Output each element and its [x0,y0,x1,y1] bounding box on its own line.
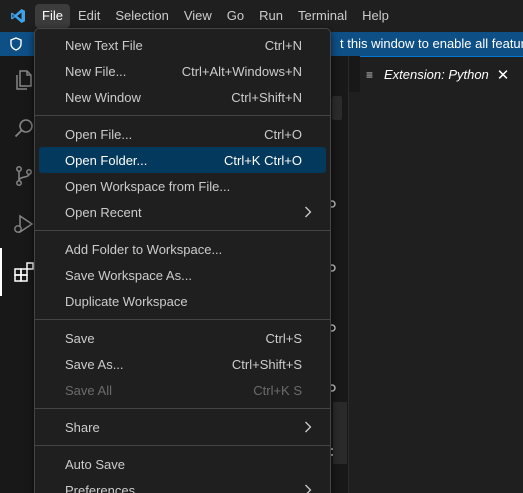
menu-item-save-as[interactable]: Save As... Ctrl+Shift+S [39,351,326,377]
menu-item-preferences[interactable]: Preferences [39,477,326,493]
menu-item-label: Open Folder... [65,152,148,168]
menu-item-label: Preferences [65,482,136,493]
banner-text: t this window to enable all features. [340,36,523,51]
menu-item-save[interactable]: Save Ctrl+S [39,325,326,351]
menu-help[interactable]: Help [355,4,396,28]
menu-item-duplicate-workspace[interactable]: Duplicate Workspace [39,288,326,314]
menu-item-new-text-file[interactable]: New Text File Ctrl+N [39,32,326,58]
menu-item-open-recent[interactable]: Open Recent [39,199,326,225]
menu-item-open-workspace[interactable]: Open Workspace from File... [39,173,326,199]
menu-separator [35,408,330,409]
menu-item-label: New Text File [65,37,143,53]
file-menu: New Text File Ctrl+N New File... Ctrl+Al… [34,28,331,493]
menu-item-shortcut: Ctrl+K Ctrl+O [223,152,302,168]
menu-item-new-file[interactable]: New File... Ctrl+Alt+Windows+N [39,58,326,84]
menu-file[interactable]: File [35,4,70,28]
menu-item-label: Add Folder to Workspace... [65,241,223,257]
menu-terminal[interactable]: Terminal [291,4,354,28]
preview-icon: ≡ [366,67,374,82]
vscode-window: File Edit Selection View Go Run Terminal… [0,0,523,493]
menu-item-label: New File... [65,63,127,79]
menu-item-label: Save As... [65,356,124,372]
menu-item-label: Save All [65,382,112,398]
menu-separator [35,445,330,446]
menu-separator [35,230,330,231]
menu-item-label: Save Workspace As... [65,267,192,283]
menu-item-label: Open Workspace from File... [65,178,231,194]
close-icon[interactable]: ✕ [497,66,510,84]
menu-item-open-file[interactable]: Open File... Ctrl+O [39,121,326,147]
tab-bar: ≡ Extension: Python ✕ [349,56,523,92]
menu-view[interactable]: View [177,4,219,28]
chevron-right-icon [305,421,312,433]
menu-item-auto-save[interactable]: Auto Save [39,451,326,477]
menu-item-save-workspace-as[interactable]: Save Workspace As... [39,262,326,288]
menu-item-label: Share [65,419,100,435]
menu-item-shortcut: Ctrl+O [264,126,302,142]
menu-separator [35,319,330,320]
menu-item-shortcut: Ctrl+Alt+Windows+N [181,63,302,79]
menu-edit[interactable]: Edit [71,4,107,28]
menu-item-label: Open Recent [65,204,142,220]
vscode-logo-icon [0,0,35,32]
menu-item-add-folder[interactable]: Add Folder to Workspace... [39,236,326,262]
menu-item-shortcut: Ctrl+Shift+N [231,89,302,105]
menu-item-label: New Window [65,89,141,105]
menu-item-shortcut: Ctrl+N [264,37,302,53]
menu-item-label: Auto Save [65,456,125,472]
menu-item-open-folder[interactable]: Open Folder... Ctrl+K Ctrl+O [39,147,326,173]
menu-item-shortcut: Ctrl+K S [253,382,302,398]
menu-item-share[interactable]: Share [39,414,326,440]
editor-area: ≡ Extension: Python ✕ [348,56,523,493]
chevron-right-icon [305,206,312,218]
menu-item-label: Open File... [65,126,133,142]
shield-icon [10,37,22,51]
menu-item-shortcut: Ctrl+Shift+S [231,356,302,372]
sidebar-scrollbar[interactable] [333,402,347,464]
menu-item-label: Save [65,330,95,346]
menu-item-shortcut: Ctrl+S [265,330,302,346]
sidebar-scroll-thumb[interactable] [332,96,342,120]
menu-item-save-all: Save All Ctrl+K S [39,377,326,403]
tab-extension-python[interactable]: ≡ Extension: Python ✕ [360,56,523,92]
chevron-right-icon [305,484,312,493]
menu-run[interactable]: Run [252,4,290,28]
tab-label: Extension: Python [384,67,489,82]
menu-item-label: Duplicate Workspace [65,293,188,309]
menu-selection[interactable]: Selection [108,4,175,28]
menu-item-new-window[interactable]: New Window Ctrl+Shift+N [39,84,326,110]
menu-go[interactable]: Go [220,4,251,28]
menu-separator [35,115,330,116]
